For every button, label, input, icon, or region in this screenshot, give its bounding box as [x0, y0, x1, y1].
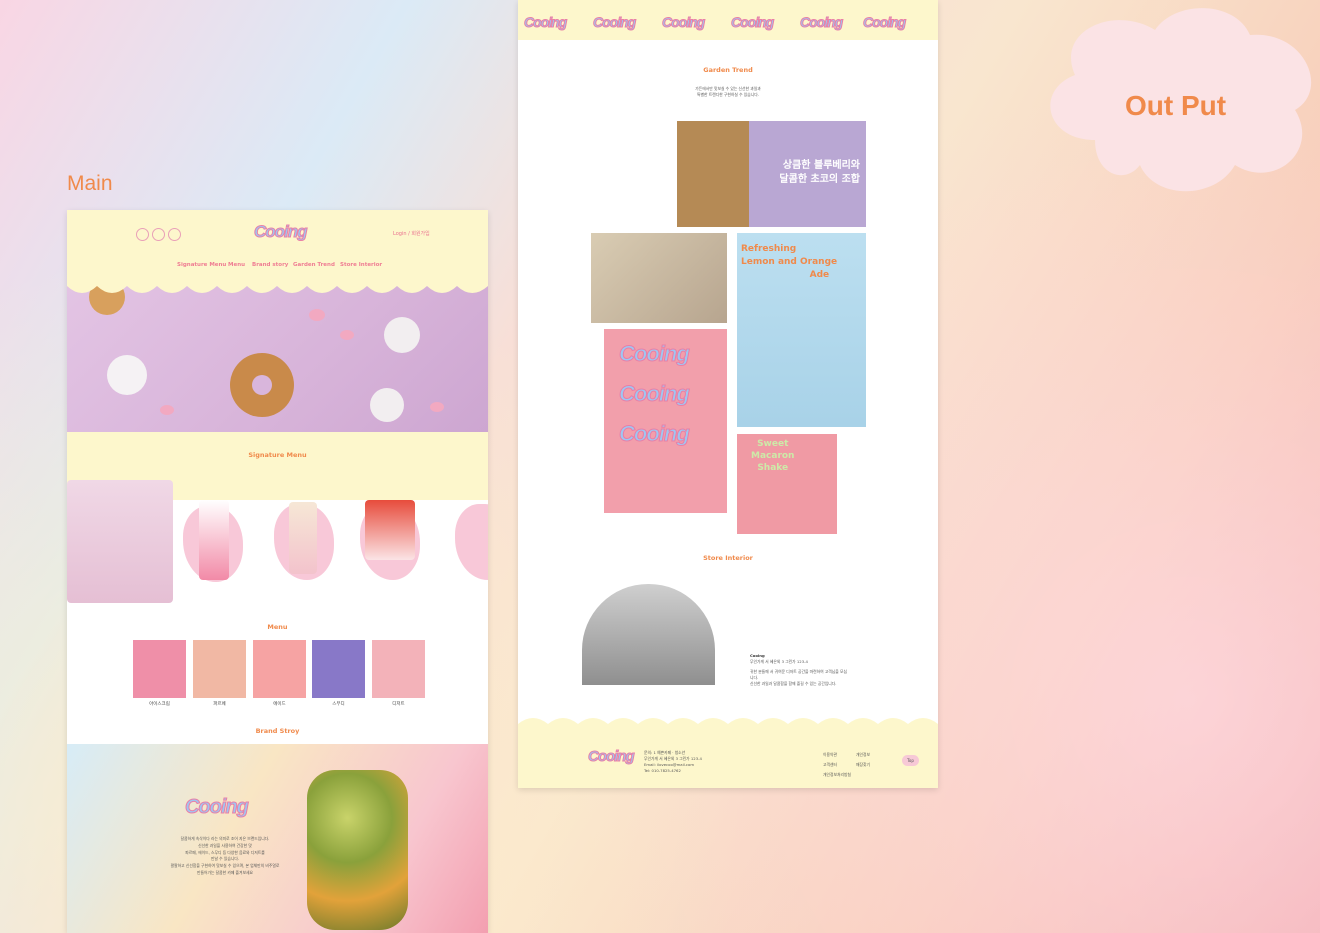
- garden-photo-dessert[interactable]: [591, 233, 727, 323]
- nav-store-interior[interactable]: Store Interior: [340, 262, 382, 268]
- signature-title: Signature Menu: [248, 451, 307, 459]
- signature-item-4[interactable]: [365, 500, 415, 560]
- footer: Cooing 문의: 1 예쁜카페 · 청소년 무인가게 서 혜은외 3 그린가 …: [518, 730, 938, 788]
- main-page: Cooing Login / 회원가입 Signature Menu Menu …: [67, 210, 488, 933]
- garden-title: Garden Trend: [703, 66, 753, 74]
- garden-poster-ade[interactable]: Refreshing Lemon and Orange Ade: [737, 233, 866, 427]
- output-label: Out Put: [1125, 90, 1227, 121]
- signature-item-2[interactable]: [199, 500, 229, 580]
- footer-link[interactable]: 고객센터: [823, 762, 837, 768]
- garden-banner[interactable]: 상큼한 블루베리와 달콤한 초코의 조합: [677, 121, 866, 227]
- nav-signature[interactable]: Signature Menu: [177, 262, 226, 268]
- top-button[interactable]: Top: [902, 755, 919, 766]
- nav-brand-story[interactable]: Brand story: [252, 262, 288, 268]
- menu-tile-smoothie[interactable]: [312, 640, 365, 698]
- header-scallop: [67, 276, 488, 293]
- instagram-icon[interactable]: [136, 228, 149, 241]
- hero-image: [67, 279, 488, 432]
- fruit-photo: [307, 770, 408, 930]
- brand-logo-large: Cooing: [185, 796, 250, 819]
- garden-poster-cooing[interactable]: Cooing Cooing Cooing: [604, 329, 727, 513]
- menu-title: Menu: [267, 623, 288, 631]
- menu-tile-ade[interactable]: [253, 640, 306, 698]
- nav-menu[interactable]: Menu: [228, 262, 245, 268]
- brand-logo[interactable]: Cooing: [254, 222, 309, 242]
- output-page: Cooing Cooing Cooing Cooing Cooing Cooin…: [518, 0, 938, 788]
- signature-item-3[interactable]: [289, 502, 317, 574]
- footer-link[interactable]: 개인정보: [856, 752, 870, 758]
- youtube-icon[interactable]: [152, 228, 165, 241]
- garden-desc: 가든에서만 맛보실 수 있는 신선한 과일과 특별한 트렌디한 구현하실 수 있습…: [695, 86, 761, 97]
- menu-tile-icecream[interactable]: [133, 640, 186, 698]
- footer-link[interactable]: 개인정보처리방침: [823, 772, 851, 778]
- logo-banner: Cooing Cooing Cooing Cooing Cooing Cooin…: [518, 0, 938, 40]
- footer-logo: Cooing: [588, 748, 636, 766]
- menu-tile-dessert[interactable]: [372, 640, 425, 698]
- signature-item-1[interactable]: [67, 480, 173, 603]
- main-label: Main: [67, 172, 113, 195]
- menu-label: 스무디: [332, 702, 345, 707]
- menu-label: 파르페: [213, 702, 226, 707]
- menu-label: 디저트: [392, 702, 405, 707]
- signature-blob: [455, 504, 488, 580]
- menu-tile-parfait[interactable]: [193, 640, 246, 698]
- footer-link[interactable]: 이용약관: [823, 752, 837, 758]
- footer-info: 문의: 1 예쁜카페 · 청소년 무인가게 서 혜은외 3 그린가 123-4 Em…: [644, 750, 702, 773]
- footer-link[interactable]: 매장찾기: [856, 762, 870, 768]
- brand-title: Brand Stroy: [255, 727, 300, 735]
- interior-title: Store Interior: [703, 554, 753, 562]
- menu-label: 아이스크림: [149, 702, 170, 707]
- brand-story-text: 달콤하게 속삭이다 라는 의미로 조어 지은 브랜드입니다. 신선한 과일을 사용…: [170, 836, 280, 875]
- store-info: Cooing 무인가게 서 혜은외 3 그린가 123-4 귀한 분들께 서 귀…: [750, 653, 847, 686]
- store-photo: [582, 584, 715, 685]
- login-link[interactable]: Login / 회원가입: [393, 230, 430, 237]
- nav-garden-trend[interactable]: Garden Trend: [293, 262, 335, 268]
- menu-label: 에이드: [273, 702, 286, 707]
- facebook-icon[interactable]: [168, 228, 181, 241]
- garden-poster-macaron[interactable]: Sweet Macaron Shake: [737, 434, 837, 534]
